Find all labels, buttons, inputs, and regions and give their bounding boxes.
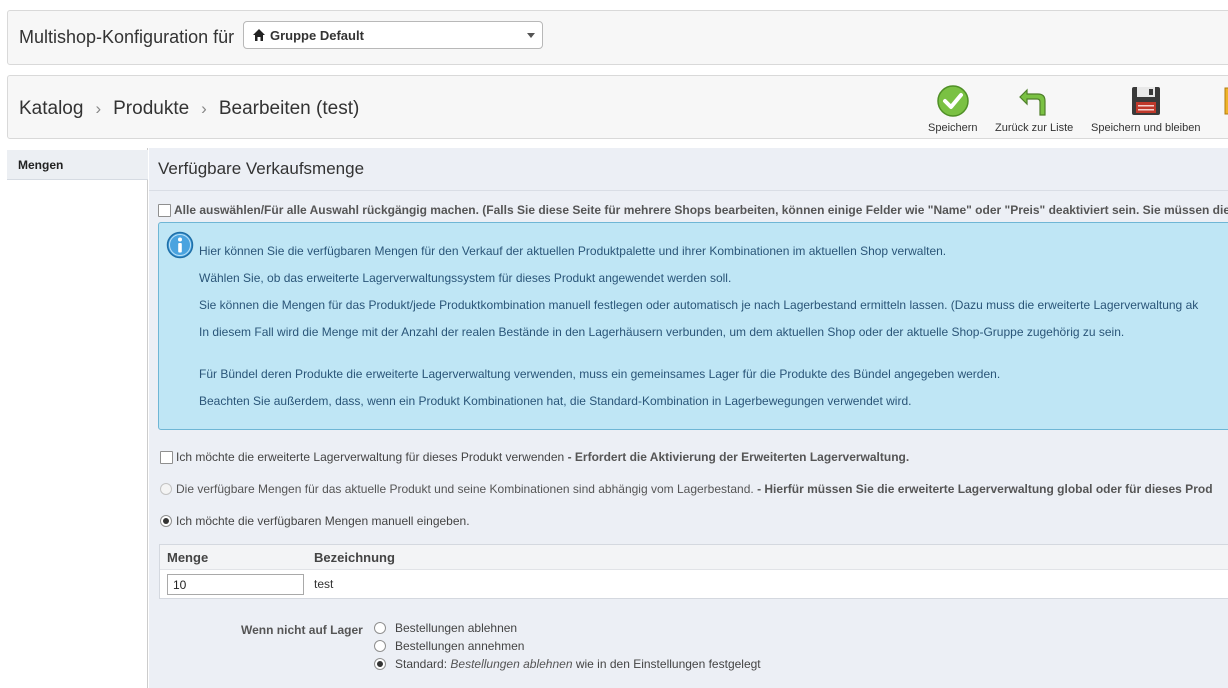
select-all-label: Alle auswählen/Für alle Auswahl rückgäng… xyxy=(174,203,1228,217)
deny-orders-radio[interactable] xyxy=(374,622,386,634)
back-to-list-label: Zurück zur Liste xyxy=(995,122,1074,134)
breadcrumb: Katalog › Produkte › Bearbeiten (test) xyxy=(19,98,359,120)
save-button[interactable]: Speichern xyxy=(928,84,978,134)
depends-on-stock-note: - Hierfür müssen Sie die erweiterte Lage… xyxy=(757,482,1213,496)
quantity-input[interactable] xyxy=(167,574,304,595)
quantities-panel: Verfügbare Verkaufsmenge Alle auswählen/… xyxy=(149,148,1228,688)
breadcrumb-item-current: Bearbeiten (test) xyxy=(218,98,360,119)
info-line: Hier können Sie die verfügbaren Mengen f… xyxy=(199,244,947,258)
save-and-stay-button[interactable]: Speichern und bleiben xyxy=(1091,84,1200,134)
shop-select-value: Gruppe Default xyxy=(270,28,364,43)
default-behavior-radio[interactable] xyxy=(374,658,386,670)
section-heading: Verfügbare Verkaufsmenge xyxy=(158,159,365,178)
home-icon xyxy=(253,29,265,41)
save-button-label: Speichern xyxy=(928,122,978,134)
breadcrumb-separator: › xyxy=(95,99,102,118)
product-name-cell: test xyxy=(314,577,334,591)
advanced-stock-note: - Erfordert die Aktivierung der Erweiter… xyxy=(567,450,910,464)
shop-context-select[interactable]: Gruppe Default xyxy=(243,21,543,49)
select-all-checkbox[interactable] xyxy=(158,204,171,217)
manual-quantities-radio[interactable] xyxy=(160,515,172,527)
duplicate-icon xyxy=(1224,87,1228,115)
depends-on-stock-label: Die verfügbare Mengen für das aktuelle P… xyxy=(176,482,754,496)
out-of-stock-label: Wenn nicht auf Lager xyxy=(241,623,363,637)
chevron-down-icon xyxy=(527,33,535,38)
breadcrumb-separator: › xyxy=(201,99,207,118)
info-icon xyxy=(166,231,194,259)
tab-quantities[interactable]: Mengen xyxy=(7,150,148,180)
info-line: Beachten Sie außerdem, dass, wenn ein Pr… xyxy=(199,394,912,408)
default-behavior-value: Bestellungen ablehnen xyxy=(450,657,573,671)
table-header: Menge Bezeichnung xyxy=(160,545,1228,570)
floppy-disk-icon xyxy=(1131,87,1160,115)
info-line: Für Bündel deren Produkte die erweiterte… xyxy=(199,367,1001,381)
info-line: In diesem Fall wird die Menge mit der An… xyxy=(199,325,1125,339)
checkmark-icon xyxy=(937,85,969,117)
info-line: Wählen Sie, ob das erweiterte Lagerverwa… xyxy=(199,271,732,285)
product-tabs-sidebar: Mengen xyxy=(7,148,148,688)
advanced-stock-checkbox[interactable] xyxy=(160,451,173,464)
multishop-bar: Multishop-Konfiguration für Gruppe Defau… xyxy=(7,10,1228,65)
save-and-stay-label: Speichern und bleiben xyxy=(1091,122,1201,134)
back-to-list-button[interactable]: Zurück zur Liste xyxy=(995,84,1073,134)
allow-orders-label: Bestellungen annehmen xyxy=(395,639,525,653)
manual-quantities-label: Ich möchte die verfügbaren Mengen manuel… xyxy=(176,514,470,528)
breadcrumb-item-catalog[interactable]: Katalog xyxy=(19,98,83,120)
column-header-name: Bezeichnung xyxy=(314,550,395,565)
multishop-title: Multishop-Konfiguration für xyxy=(19,27,235,47)
column-header-quantity: Menge xyxy=(167,550,209,565)
breadcrumb-item-products[interactable]: Produkte xyxy=(113,98,189,120)
heading-divider xyxy=(149,190,1228,191)
page-header-toolbar: Katalog › Produkte › Bearbeiten (test) S… xyxy=(7,75,1228,139)
allow-orders-radio[interactable] xyxy=(374,640,386,652)
advanced-stock-label: Ich möchte die erweiterte Lagerverwaltun… xyxy=(176,450,565,464)
info-line: Sie können die Mengen für das Produkt/je… xyxy=(199,298,1199,312)
duplicate-button[interactable]: Du xyxy=(1215,84,1228,134)
default-behavior-suffix: wie in den Einstellungen festgelegt xyxy=(575,657,761,671)
quantities-table: Menge Bezeichnung test xyxy=(159,544,1228,599)
depends-on-stock-radio[interactable] xyxy=(160,483,172,495)
deny-orders-label: Bestellungen ablehnen xyxy=(395,621,518,635)
back-arrow-icon xyxy=(1019,88,1046,116)
default-behavior-prefix: Standard: xyxy=(395,657,448,671)
info-box: Hier können Sie die verfügbaren Mengen f… xyxy=(158,222,1228,430)
